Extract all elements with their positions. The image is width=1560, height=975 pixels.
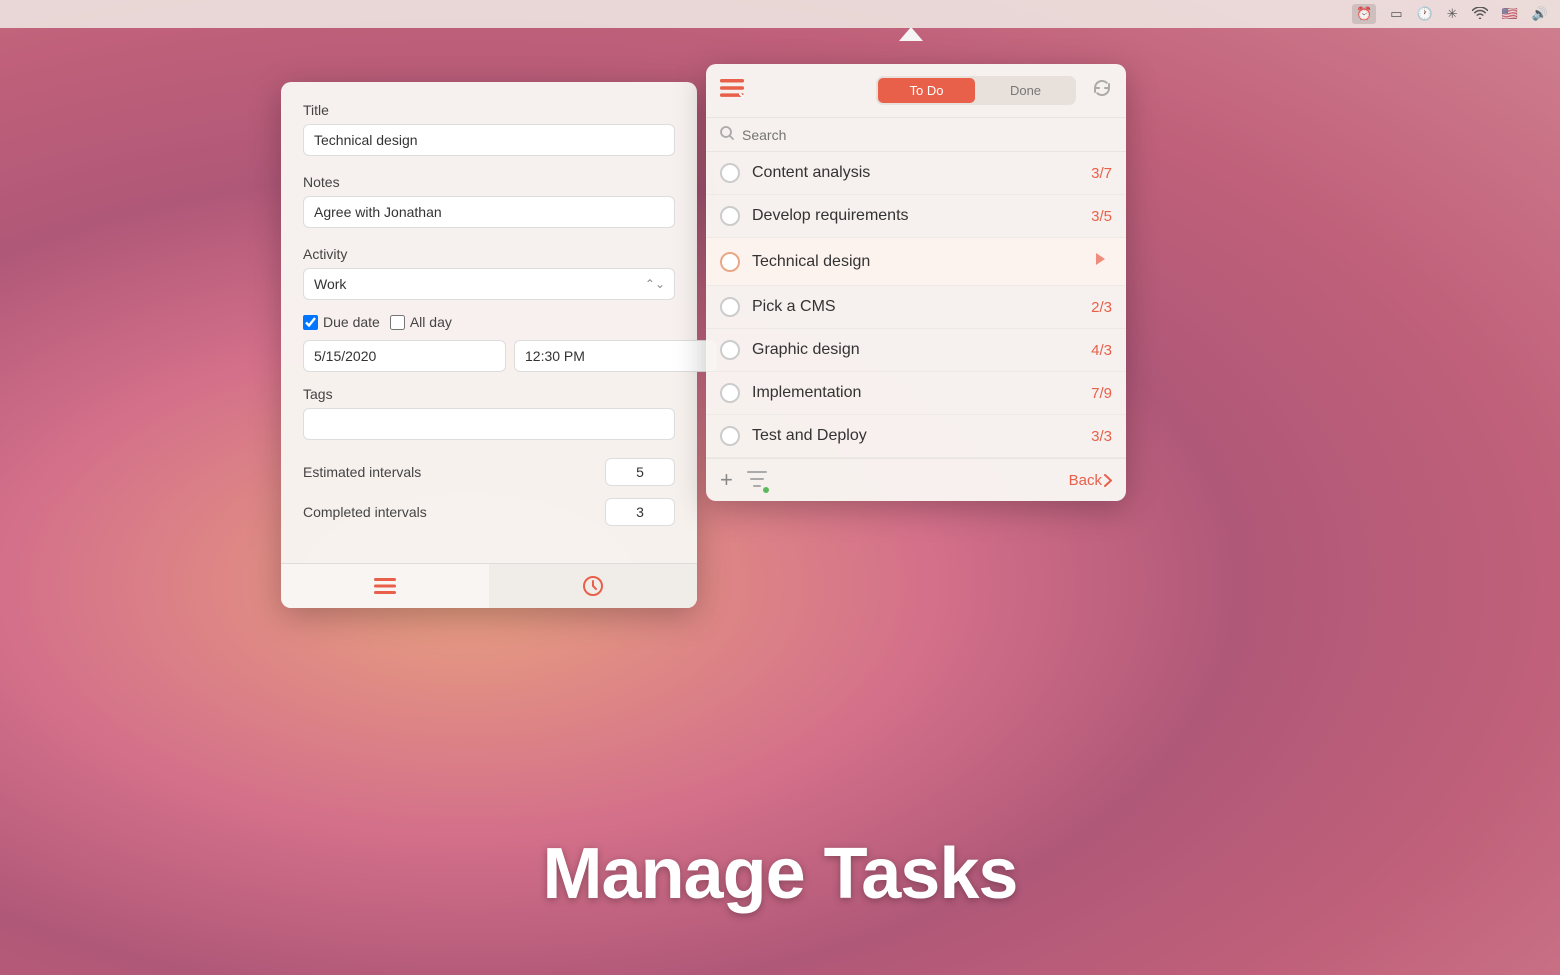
chevron-right-icon bbox=[1104, 474, 1112, 487]
completed-label: Completed intervals bbox=[303, 504, 427, 520]
task-radio[interactable] bbox=[720, 206, 740, 226]
list-icon bbox=[374, 577, 396, 595]
search-icon bbox=[720, 126, 734, 143]
task-item[interactable]: Implementation 7/9 bbox=[706, 372, 1126, 415]
task-name: Pick a CMS bbox=[752, 298, 1079, 316]
task-item[interactable]: Graphic design 4/3 bbox=[706, 329, 1126, 372]
notes-label: Notes bbox=[303, 174, 675, 190]
filter-active-dot bbox=[763, 487, 769, 493]
title-section: Title bbox=[303, 102, 675, 170]
task-count: 4/3 bbox=[1091, 342, 1112, 359]
task-name: Content analysis bbox=[752, 164, 1079, 182]
activity-label: Activity bbox=[303, 246, 675, 262]
task-count: 7/9 bbox=[1091, 385, 1112, 402]
task-name: Develop requirements bbox=[752, 207, 1079, 225]
estimated-label: Estimated intervals bbox=[303, 464, 421, 480]
title-label: Title bbox=[303, 102, 675, 118]
tasks-panel: To Do Done Content analysis 3/7 bbox=[706, 64, 1126, 501]
task-radio[interactable] bbox=[720, 426, 740, 446]
task-radio[interactable] bbox=[720, 297, 740, 317]
datetime-row bbox=[303, 340, 675, 372]
done-btn[interactable]: Done bbox=[977, 78, 1074, 103]
completed-input[interactable] bbox=[605, 498, 675, 526]
form-tabs bbox=[281, 563, 697, 608]
task-radio[interactable] bbox=[720, 163, 740, 183]
all-day-checkbox[interactable] bbox=[390, 315, 405, 330]
task-name: Test and Deploy bbox=[752, 427, 1079, 445]
due-date-row: Due date All day bbox=[303, 314, 675, 330]
menubar: ⏰ ▭ 🕐 ✳ 🇺🇸 🔊 bbox=[0, 0, 1560, 28]
title-input[interactable] bbox=[303, 124, 675, 156]
time-machine-icon[interactable]: ⏰ bbox=[1352, 4, 1376, 24]
activity-select[interactable]: Work Personal Study bbox=[303, 268, 675, 300]
form-panel: Title Notes Activity Work Personal Study… bbox=[281, 82, 697, 608]
estimated-input[interactable] bbox=[605, 458, 675, 486]
clock-icon[interactable]: 🕐 bbox=[1417, 6, 1433, 22]
search-bar bbox=[706, 118, 1126, 152]
task-count: 3/3 bbox=[1091, 428, 1112, 445]
date-input[interactable] bbox=[303, 340, 506, 372]
due-date-checkbox[interactable] bbox=[303, 315, 318, 330]
bottom-title: Manage Tasks bbox=[0, 833, 1560, 915]
due-date-label: Due date bbox=[323, 314, 380, 330]
refresh-button[interactable] bbox=[1092, 78, 1112, 103]
tags-input[interactable] bbox=[303, 408, 675, 440]
task-name: Graphic design bbox=[752, 341, 1079, 359]
task-count: 3/5 bbox=[1091, 208, 1112, 225]
notes-section: Notes bbox=[303, 174, 675, 242]
estimated-intervals-row: Estimated intervals bbox=[303, 458, 675, 486]
task-list: Content analysis 3/7 Develop requirement… bbox=[706, 152, 1126, 458]
task-item[interactable]: Pick a CMS 2/3 bbox=[706, 286, 1126, 329]
form-tab-timer[interactable] bbox=[489, 564, 697, 608]
task-item-selected[interactable]: Technical design bbox=[706, 238, 1126, 286]
tasks-header: To Do Done bbox=[706, 64, 1126, 118]
form-tab-list[interactable] bbox=[281, 564, 489, 608]
magnify-icon bbox=[720, 126, 734, 140]
wifi-icon[interactable] bbox=[1472, 7, 1488, 22]
sparkle-icon[interactable]: ✳ bbox=[1447, 6, 1458, 22]
activity-section: Activity Work Personal Study ⌃⌄ bbox=[303, 246, 675, 300]
add-task-button[interactable]: + bbox=[720, 469, 733, 491]
task-name: Implementation bbox=[752, 384, 1079, 402]
all-day-checkbox-label[interactable]: All day bbox=[390, 314, 452, 330]
due-date-checkbox-label[interactable]: Due date bbox=[303, 314, 380, 330]
task-item[interactable]: Content analysis 3/7 bbox=[706, 152, 1126, 195]
task-radio-selected[interactable] bbox=[720, 252, 740, 272]
header-list-icon bbox=[720, 78, 744, 98]
clock-tab-icon bbox=[583, 576, 603, 596]
volume-icon[interactable]: 🔊 bbox=[1532, 6, 1548, 22]
refresh-icon bbox=[1092, 78, 1112, 98]
all-day-label: All day bbox=[410, 314, 452, 330]
task-name: Technical design bbox=[752, 253, 1076, 271]
panel-arrow bbox=[899, 27, 923, 41]
completed-intervals-row: Completed intervals bbox=[303, 498, 675, 526]
back-label: Back bbox=[1069, 472, 1102, 489]
time-input[interactable] bbox=[514, 340, 717, 372]
display-icon[interactable]: ▭ bbox=[1390, 6, 1402, 22]
filter-icon bbox=[747, 470, 767, 488]
task-count: 2/3 bbox=[1091, 299, 1112, 316]
task-item[interactable]: Test and Deploy 3/3 bbox=[706, 415, 1126, 458]
flag-icon[interactable]: 🇺🇸 bbox=[1502, 6, 1518, 22]
task-radio[interactable] bbox=[720, 340, 740, 360]
toggle-group: To Do Done bbox=[876, 76, 1076, 105]
play-icon bbox=[1092, 251, 1108, 267]
task-count: 3/7 bbox=[1091, 165, 1112, 182]
search-input[interactable] bbox=[742, 127, 1112, 143]
back-button[interactable]: Back bbox=[1069, 472, 1112, 489]
todo-btn[interactable]: To Do bbox=[878, 78, 975, 103]
tasks-footer: + Back bbox=[706, 458, 1126, 501]
task-radio[interactable] bbox=[720, 383, 740, 403]
filter-button[interactable] bbox=[747, 470, 767, 491]
tags-section: Tags bbox=[303, 386, 675, 454]
tags-label: Tags bbox=[303, 386, 675, 402]
tasks-list-icon bbox=[720, 78, 744, 104]
notes-input[interactable] bbox=[303, 196, 675, 228]
play-button[interactable] bbox=[1088, 249, 1112, 274]
activity-select-wrapper: Work Personal Study ⌃⌄ bbox=[303, 268, 675, 300]
task-item[interactable]: Develop requirements 3/5 bbox=[706, 195, 1126, 238]
